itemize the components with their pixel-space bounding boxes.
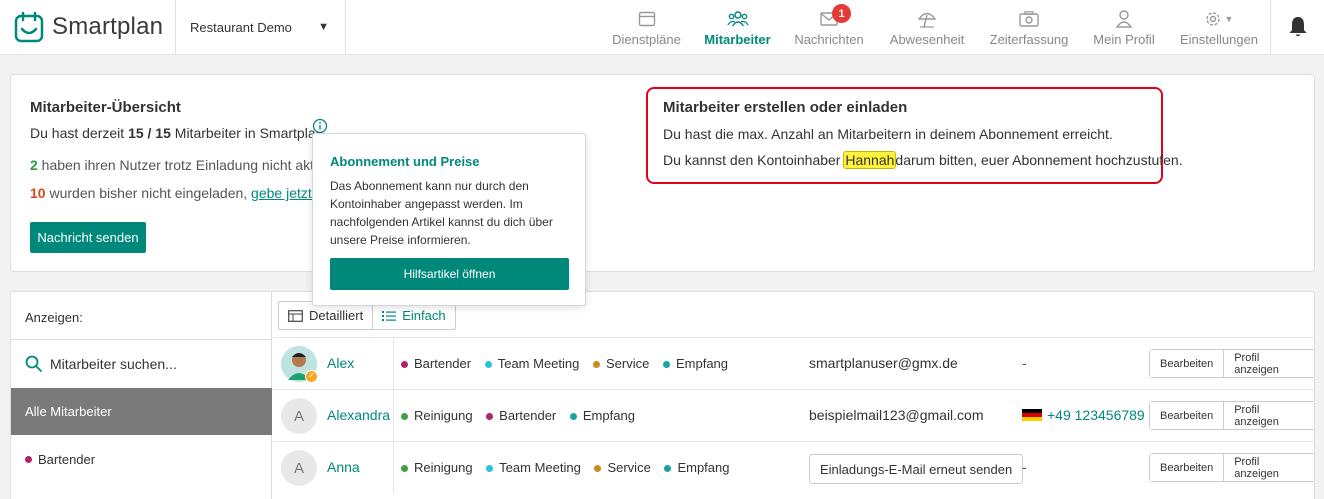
- popover-title: Abonnement und Preise: [330, 154, 480, 169]
- company-selector[interactable]: Restaurant Demo ▼: [175, 0, 346, 54]
- row-actions: Bearbeiten Profil anzeigen: [1149, 349, 1314, 378]
- send-message-button[interactable]: Nachricht senden: [30, 222, 146, 253]
- inactive-users-text: 2 haben ihren Nutzer trotz Einladung nic…: [30, 157, 328, 173]
- employee-name-link[interactable]: Anna: [327, 459, 360, 475]
- nav-label: Zeiterfassung: [989, 32, 1069, 47]
- bell-icon: [1289, 17, 1306, 37]
- popover-body: Das Abonnement kann nur durch den Kontoi…: [330, 179, 553, 247]
- row-actions: Bearbeiten Profil anzeigen: [1149, 453, 1314, 482]
- unread-badge: 1: [832, 4, 851, 23]
- ask-owner-text: Du kannst den Kontoinhaber Hannahdarum b…: [663, 152, 1183, 168]
- edit-button[interactable]: Bearbeiten: [1150, 350, 1224, 377]
- view-profile-button[interactable]: Profil anzeigen: [1223, 402, 1314, 429]
- nav-zeiterfassung[interactable]: Zeiterfassung: [989, 0, 1069, 54]
- view-simple-button[interactable]: Einfach: [372, 302, 454, 329]
- search-icon: [25, 355, 42, 372]
- nav-abwesenheit[interactable]: Abwesenheit: [890, 0, 964, 54]
- camera-icon: [1019, 11, 1039, 27]
- employee-count-text: Du hast derzeit 15 / 15 Mitarbeiter in S…: [30, 125, 328, 141]
- info-icon[interactable]: [312, 118, 328, 134]
- nav-nachrichten[interactable]: 1 Nachrichten: [794, 0, 864, 54]
- sidebar-item-all-employees[interactable]: Alle Mitarbeiter: [11, 388, 272, 435]
- table-row[interactable]: ✓ Alex Bartender Team Meeting Service Em…: [273, 337, 1314, 390]
- company-name: Restaurant Demo: [190, 20, 292, 35]
- caret-down-icon: ▼: [1224, 14, 1234, 24]
- employee-email: beispielmail123@gmail.com: [809, 407, 984, 423]
- employee-email: smartplanuser@gmx.de: [809, 355, 958, 371]
- people-icon: [726, 11, 749, 27]
- edit-button[interactable]: Bearbeiten: [1150, 454, 1224, 481]
- row-actions: Bearbeiten Profil anzeigen: [1149, 401, 1314, 430]
- employee-phone[interactable]: +49 123456789: [1022, 407, 1145, 423]
- group-label: Bartender: [38, 451, 96, 467]
- sidebar-item-bartender[interactable]: Bartender: [11, 435, 272, 483]
- employee-search-input[interactable]: Mitarbeiter suchen...: [11, 339, 272, 387]
- table-row[interactable]: A Alexandra Reinigung Bartender Empfang …: [273, 389, 1314, 442]
- germany-flag-icon: [1022, 409, 1042, 421]
- edit-button[interactable]: Bearbeiten: [1150, 402, 1224, 429]
- view-simple-label: Einfach: [402, 308, 446, 323]
- search-placeholder: Mitarbeiter suchen...: [50, 355, 177, 372]
- nav-label: Abwesenheit: [889, 32, 965, 47]
- caret-down-icon: ▼: [318, 21, 329, 33]
- top-header: Smartplan Restaurant Demo ▼ Dienstpläne …: [0, 0, 1324, 55]
- avatar: A: [281, 450, 317, 486]
- view-detailed-label: Detailliert: [309, 308, 364, 323]
- nav-mein-profil[interactable]: Mein Profil: [1093, 0, 1155, 54]
- table-icon: [288, 309, 303, 322]
- group-color-dot: [25, 455, 32, 463]
- nav-einstellungen[interactable]: ▼ Einstellungen: [1179, 0, 1259, 54]
- nav-label: Dienstpläne: [612, 32, 681, 47]
- employee-name-link[interactable]: Alexandra: [327, 407, 390, 423]
- employee-phone: -: [1022, 355, 1027, 371]
- nav-label: Nachrichten: [794, 32, 864, 47]
- table-row[interactable]: A Anna Reinigung Team Meeting Service Em…: [273, 441, 1314, 494]
- limit-reached-text: Du hast die max. Anzahl an Mitarbeitern …: [663, 126, 1113, 142]
- app-name: Smartplan: [52, 13, 164, 40]
- resend-invite-button[interactable]: Einladungs-E-Mail erneut senden: [809, 454, 1024, 484]
- employee-tags: Bartender Team Meeting Service Empfang: [401, 356, 738, 371]
- avatar: ✓: [281, 346, 318, 383]
- employee-limit-box: Mitarbeiter erstellen oder einladen Du h…: [646, 87, 1183, 184]
- gear-icon: [1205, 12, 1220, 26]
- employee-list-panel: Anzeigen: Mitarbeiter suchen... Alle Mit…: [10, 291, 1315, 499]
- nav-dienstplaene[interactable]: Dienstpläne: [612, 0, 681, 54]
- verified-badge-icon: ✓: [305, 370, 318, 383]
- employee-tags: Reinigung Bartender Empfang: [401, 408, 645, 423]
- view-profile-button[interactable]: Profil anzeigen: [1223, 350, 1314, 377]
- umbrella-icon: [917, 12, 937, 28]
- smartplan-logo-icon: [14, 11, 44, 43]
- employee-overview-card: Mitarbeiter-Übersicht Du hast derzeit 15…: [10, 74, 1315, 272]
- avatar: A: [281, 398, 317, 434]
- notifications-button[interactable]: [1270, 0, 1324, 54]
- nav-label: Mein Profil: [1093, 32, 1155, 47]
- user-icon: [1116, 10, 1132, 28]
- calendar-icon: [638, 11, 655, 27]
- nav-label: Einstellungen: [1179, 32, 1259, 47]
- app-logo[interactable]: Smartplan: [14, 11, 163, 43]
- nav-label: Mitarbeiter: [704, 32, 771, 47]
- employee-phone: -: [1022, 459, 1027, 475]
- employee-tags: Reinigung Team Meeting Service Empfang: [401, 460, 739, 475]
- employee-name-link[interactable]: Alex: [327, 355, 354, 371]
- list-icon: [382, 310, 397, 321]
- subscription-popover: Abonnement und Preise Das Abonnement kan…: [312, 133, 586, 306]
- view-profile-button[interactable]: Profil anzeigen: [1223, 454, 1314, 481]
- limit-title: Mitarbeiter erstellen oder einladen: [663, 99, 908, 116]
- view-detailed-button[interactable]: Detailliert: [279, 302, 372, 329]
- open-help-article-button[interactable]: Hilfsartikel öffnen: [330, 258, 569, 290]
- uninvited-users-text: 10 wurden bisher nicht eingeladen, gebe …: [30, 185, 327, 201]
- overview-title: Mitarbeiter-Übersicht: [30, 99, 181, 116]
- sidebar-heading: Anzeigen:: [25, 310, 83, 325]
- filter-sidebar: Anzeigen: Mitarbeiter suchen... Alle Mit…: [11, 292, 272, 499]
- nav-mitarbeiter[interactable]: Mitarbeiter: [704, 0, 771, 54]
- account-owner-name: Hannah: [844, 152, 896, 168]
